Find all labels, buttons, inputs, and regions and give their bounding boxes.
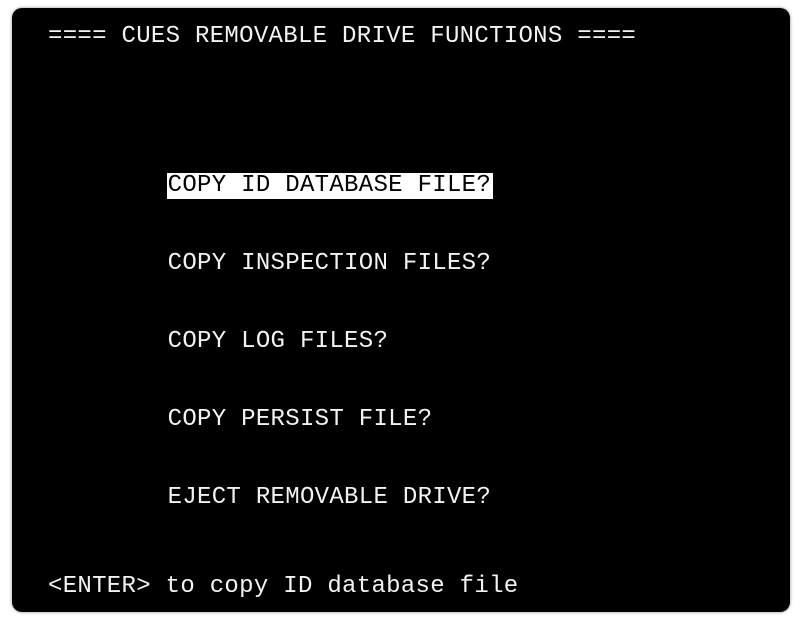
menu-item-copy-id-database[interactable]: COPY ID DATABASE FILE? xyxy=(47,147,495,199)
menu-item-label: COPY INSPECTION FILES? xyxy=(167,250,492,277)
menu-item-label: COPY ID DATABASE FILE? xyxy=(166,172,494,199)
menu-item-copy-inspection-files[interactable]: COPY INSPECTION FILES? xyxy=(47,225,495,277)
menu-item-copy-log-files[interactable]: COPY LOG FILES? xyxy=(47,303,495,355)
menu-item-label: EJECT REMOVABLE DRIVE? xyxy=(167,484,492,511)
status-hint: <ENTER> to copy ID database file xyxy=(48,573,519,600)
menu-item-eject-removable-drive[interactable]: EJECT REMOVABLE DRIVE? xyxy=(47,459,495,511)
screen-title: ==== CUES REMOVABLE DRIVE FUNCTIONS ==== xyxy=(48,23,637,50)
menu-item-label: COPY PERSIST FILE? xyxy=(167,406,433,433)
terminal-frame: ==== CUES REMOVABLE DRIVE FUNCTIONS ====… xyxy=(12,8,790,612)
drive-functions-menu: COPY ID DATABASE FILE? COPY INSPECTION F… xyxy=(47,95,495,537)
menu-item-copy-persist-file[interactable]: COPY PERSIST FILE? xyxy=(47,381,495,433)
menu-item-label: COPY LOG FILES? xyxy=(167,328,389,355)
terminal-screen: ==== CUES REMOVABLE DRIVE FUNCTIONS ====… xyxy=(12,8,790,612)
